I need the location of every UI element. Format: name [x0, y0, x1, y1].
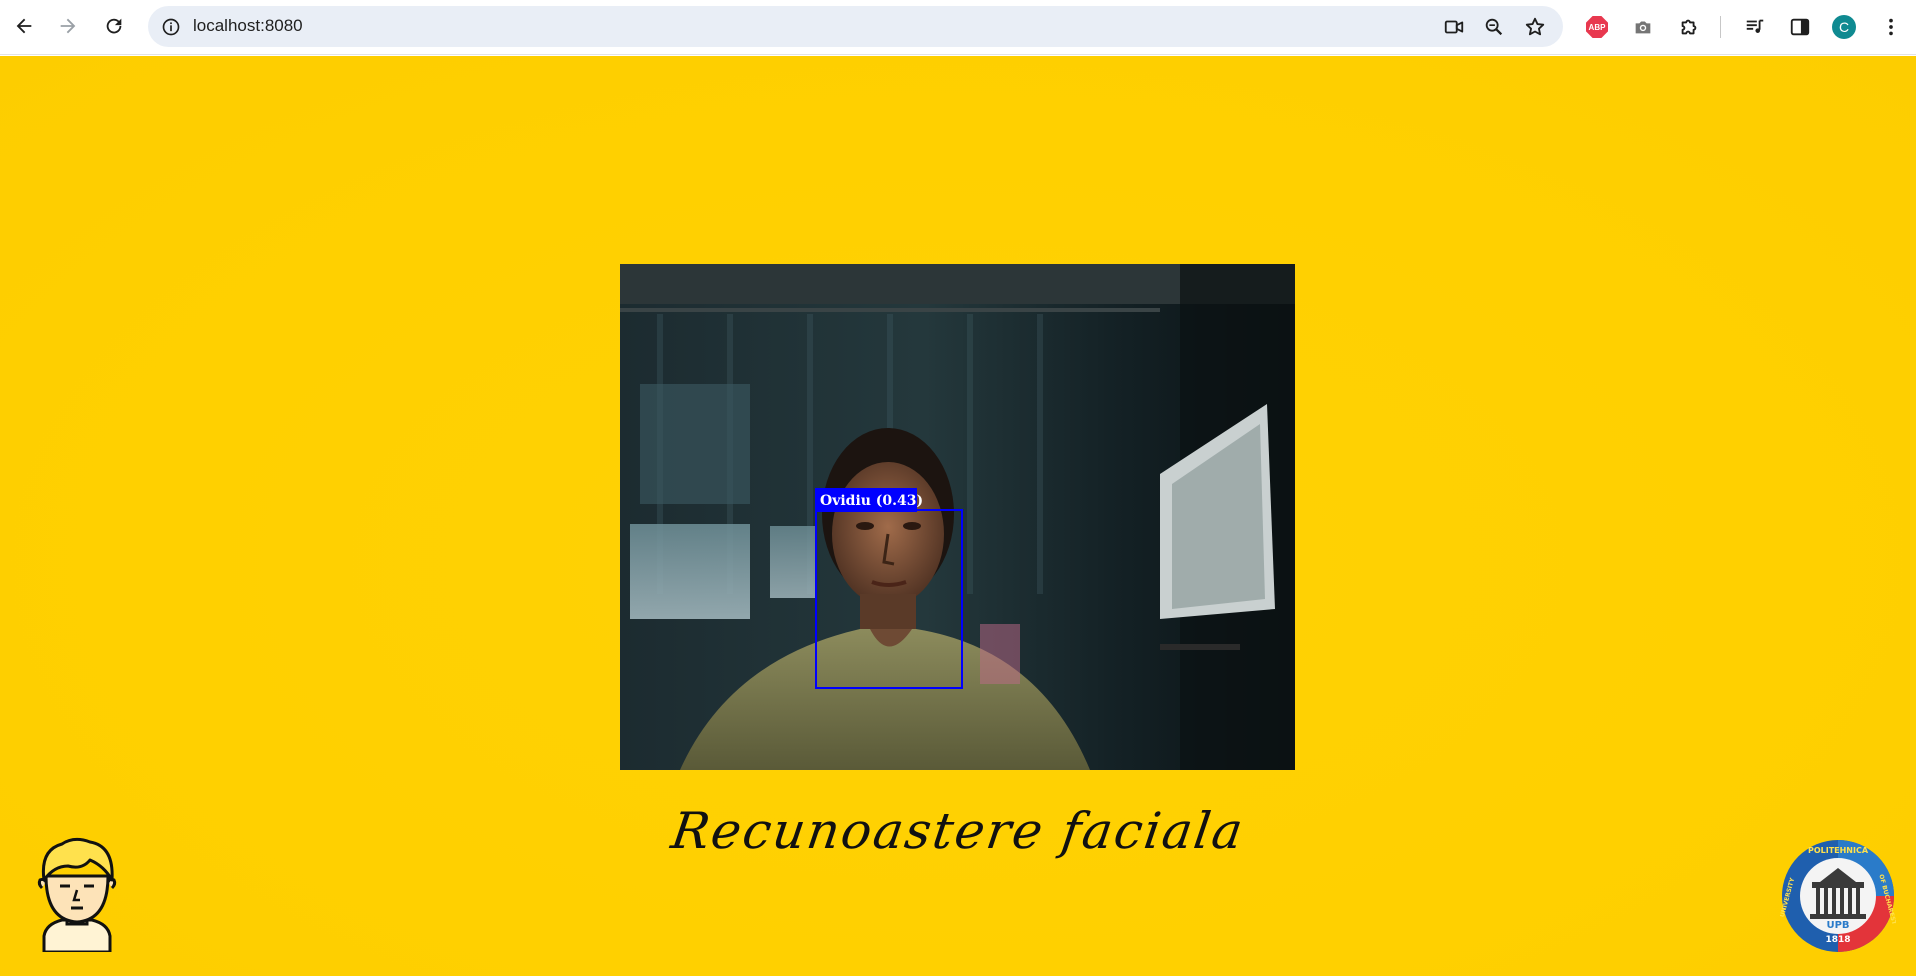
arrow-forward-icon — [60, 18, 76, 34]
site-info-button[interactable] — [158, 14, 184, 40]
adblock-extension-button[interactable]: ABP — [1582, 12, 1612, 42]
face-detection-label: Ovidiu (0.43) — [820, 493, 923, 509]
puzzle-icon — [1681, 19, 1697, 35]
side-panel-icon — [1790, 18, 1810, 36]
url-text[interactable]: localhost:8080 — [193, 16, 303, 36]
side-panel-button[interactable] — [1785, 12, 1815, 42]
reload-button[interactable] — [98, 10, 130, 42]
toolbar-divider — [1720, 16, 1721, 38]
extensions-button[interactable] — [1674, 12, 1704, 42]
arrow-back-icon — [16, 18, 32, 34]
page-title: Recunoastere faciala — [667, 802, 1249, 860]
zoom-icon — [1485, 18, 1503, 36]
camera-icon — [1635, 21, 1651, 34]
media-queue-icon — [1746, 19, 1764, 33]
webcam-frame-image: Ovidiu (0.43) — [620, 264, 1295, 770]
forward-button[interactable] — [52, 10, 84, 42]
camera-in-use-button[interactable] — [1439, 12, 1469, 42]
browser-menu-button[interactable] — [1876, 12, 1906, 42]
profile-button[interactable]: C — [1829, 12, 1859, 42]
upb-logo-year: 1818 — [1825, 935, 1850, 945]
address-bar[interactable]: localhost:8080 — [148, 6, 1563, 47]
back-button[interactable] — [8, 10, 40, 42]
zoom-button[interactable] — [1479, 12, 1509, 42]
page-body: Ovidiu (0.43) Recunoastere faciala UPB 1… — [0, 56, 1916, 976]
media-controls-button[interactable] — [1740, 12, 1770, 42]
reload-icon — [106, 18, 122, 34]
face-avatar-icon — [37, 837, 117, 952]
profile-avatar: C — [1832, 15, 1856, 39]
webcam-video-feed: Ovidiu (0.43) — [620, 264, 1295, 770]
adblock-icon: ABP — [1586, 16, 1608, 38]
bookmark-button[interactable] — [1520, 12, 1550, 42]
browser-toolbar: localhost:8080 ABP C — [0, 0, 1916, 55]
kebab-menu-icon — [1889, 18, 1893, 36]
star-icon — [1525, 17, 1545, 36]
screenshot-extension-button[interactable] — [1628, 12, 1658, 42]
info-icon — [162, 18, 180, 36]
upb-logo-center-text: UPB — [1826, 920, 1849, 931]
upb-logo-top-text: POLITEHNICA — [1808, 846, 1869, 855]
video-camera-icon — [1444, 20, 1464, 34]
upb-university-logo: UPB 1818 POLITEHNICA UNIVERSITY OF BUCHA… — [1780, 840, 1896, 952]
